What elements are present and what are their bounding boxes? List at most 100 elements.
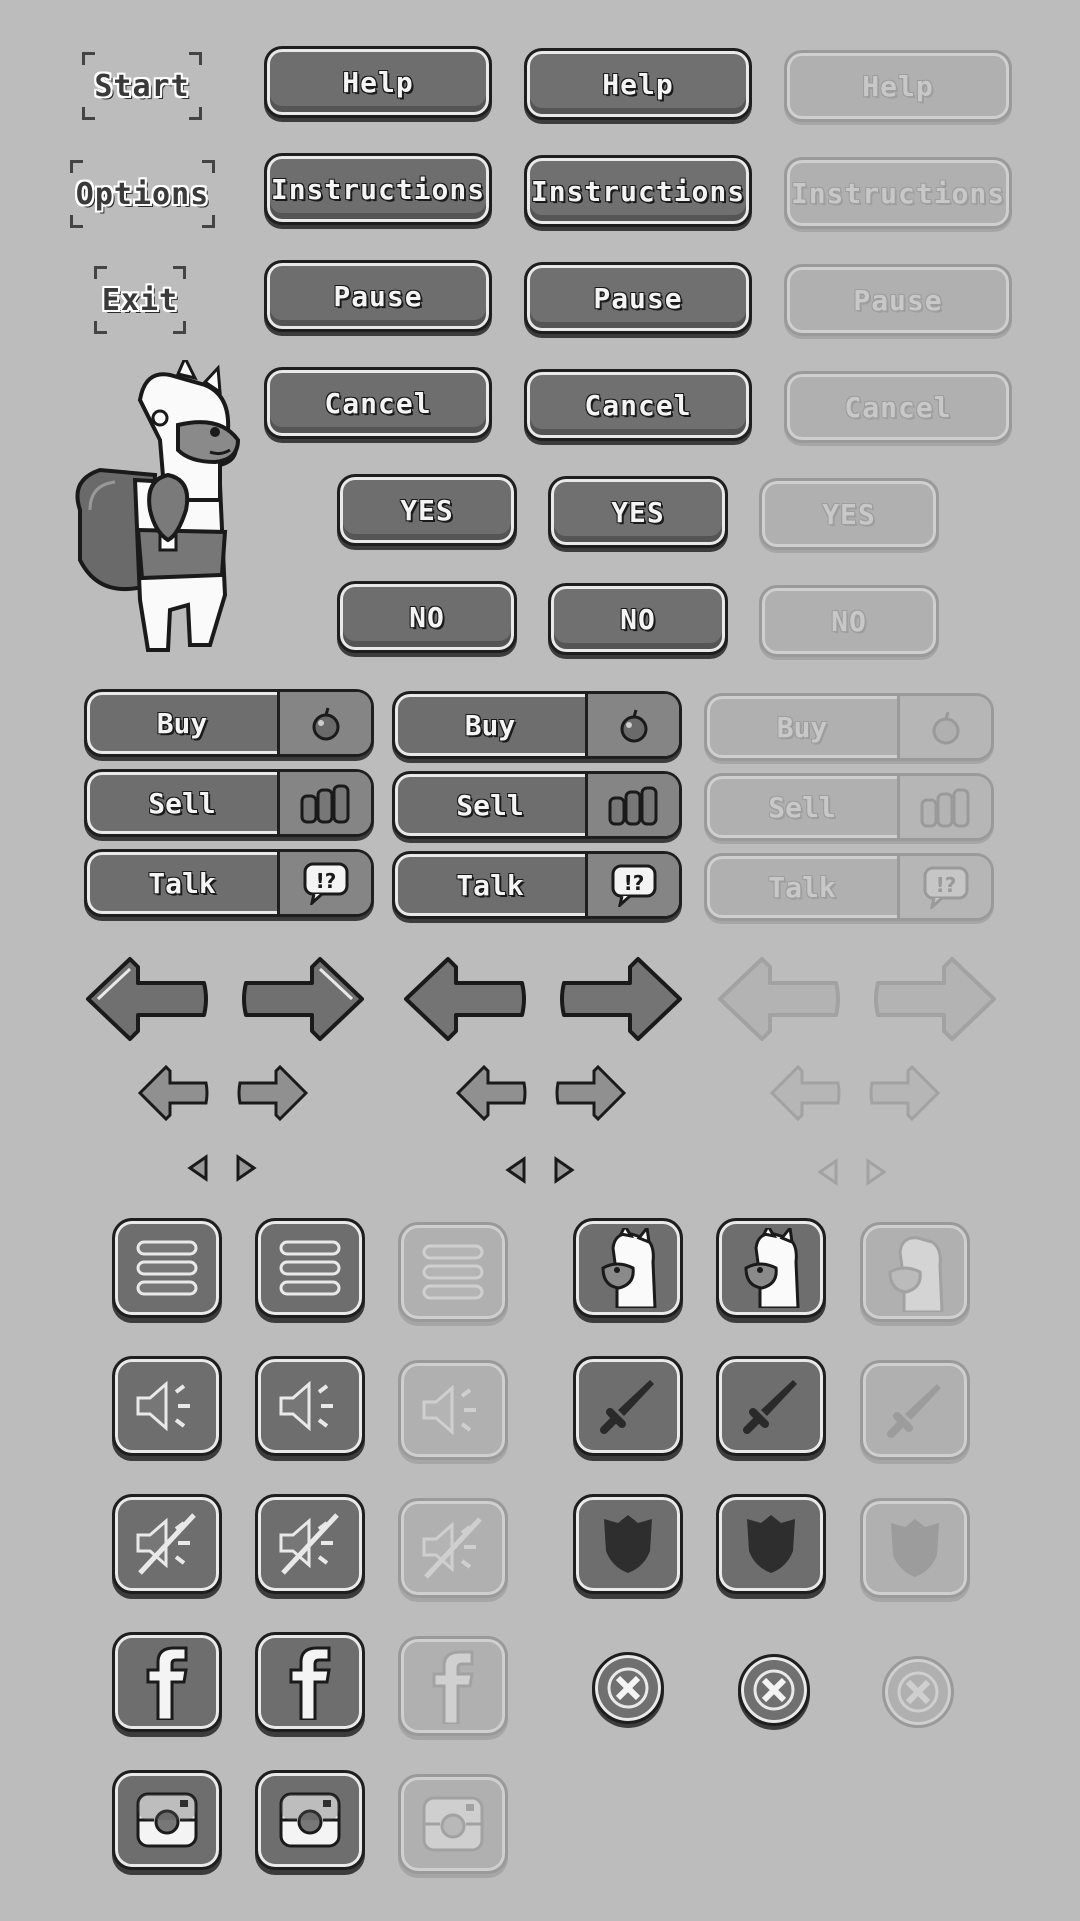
- arrow-left-icon[interactable]: [186, 1154, 210, 1182]
- yes-label: YES: [822, 497, 876, 531]
- arrow-right-icon[interactable]: [234, 1063, 310, 1123]
- buy-button-disabled: Buy: [704, 693, 994, 761]
- svg-text:!?: !?: [315, 869, 336, 893]
- close-button[interactable]: [592, 1652, 664, 1724]
- sword-icon: [887, 1384, 941, 1438]
- hamburger-menu-icon: [422, 1244, 484, 1300]
- sell-button[interactable]: Sell: [84, 769, 374, 837]
- instagram-icon: [136, 1792, 198, 1848]
- arrow-left-icon[interactable]: [402, 955, 530, 1043]
- facebook-icon: [146, 1646, 188, 1720]
- sell-button-pressed[interactable]: Sell: [392, 771, 682, 839]
- facebook-icon: [432, 1650, 474, 1724]
- options-menu-item[interactable]: Options: [70, 160, 215, 228]
- yes-button[interactable]: YES: [337, 474, 517, 546]
- start-menu-item[interactable]: Start: [82, 52, 202, 120]
- speech-bubble-icon: !?: [303, 862, 348, 905]
- talk-button-pressed[interactable]: Talk !?: [392, 851, 682, 919]
- alpaca-portrait-icon: [744, 1228, 800, 1308]
- talk-label: Talk: [87, 852, 280, 914]
- svg-text:!?: !?: [935, 873, 956, 897]
- help-button-pressed[interactable]: Help: [524, 48, 752, 120]
- arrow-right-icon[interactable]: [552, 1156, 576, 1184]
- character-button-disabled: [860, 1222, 970, 1322]
- attack-button-disabled: [860, 1360, 970, 1460]
- speaker-on-icon: [136, 1380, 190, 1432]
- cancel-button-pressed[interactable]: Cancel: [524, 369, 752, 441]
- shield-icon: [747, 1515, 795, 1573]
- defend-button-pressed[interactable]: [716, 1494, 826, 1594]
- cancel-button-disabled: Cancel: [784, 371, 1012, 443]
- close-button-pressed[interactable]: [738, 1654, 810, 1726]
- instructions-button[interactable]: Instructions: [264, 153, 492, 225]
- character-button-pressed[interactable]: [716, 1218, 826, 1318]
- coins-icon: [608, 786, 657, 826]
- instagram-button[interactable]: [112, 1770, 222, 1870]
- talk-button-disabled: Talk !?: [704, 853, 994, 921]
- attack-button-pressed[interactable]: [716, 1356, 826, 1456]
- help-label: Help: [862, 69, 934, 103]
- arrow-right-icon[interactable]: [238, 955, 366, 1043]
- buy-label: Buy: [87, 692, 280, 754]
- attack-button[interactable]: [573, 1356, 683, 1456]
- arrow-right-icon[interactable]: [552, 1063, 628, 1123]
- facebook-button[interactable]: [112, 1632, 222, 1732]
- alpaca-portrait-icon: [601, 1228, 657, 1308]
- arrow-left-icon[interactable]: [136, 1063, 212, 1123]
- help-label: Help: [602, 67, 674, 101]
- arrow-left-icon: [718, 957, 840, 1041]
- cancel-button[interactable]: Cancel: [264, 367, 492, 439]
- facebook-button-pressed[interactable]: [255, 1632, 365, 1732]
- pause-button[interactable]: Pause: [264, 260, 492, 332]
- buy-button[interactable]: Buy: [84, 689, 374, 757]
- sword-icon: [600, 1380, 654, 1434]
- buy-button-pressed[interactable]: Buy: [392, 691, 682, 759]
- cancel-label: Cancel: [584, 388, 692, 422]
- exit-menu-item[interactable]: Exit: [94, 266, 186, 334]
- menu-button-disabled: [398, 1222, 508, 1322]
- apple-icon: [312, 707, 339, 741]
- hamburger-menu-icon: [279, 1240, 341, 1296]
- character-button[interactable]: [573, 1218, 683, 1318]
- instructions-label: Instructions: [790, 176, 1006, 210]
- instructions-button-pressed[interactable]: Instructions: [524, 155, 752, 227]
- arrow-left-icon[interactable]: [84, 955, 212, 1043]
- pause-label: Pause: [593, 281, 683, 315]
- instagram-icon: [422, 1796, 484, 1852]
- no-button[interactable]: NO: [337, 581, 517, 653]
- close-button-disabled: [882, 1656, 954, 1728]
- speaker-on-icon: [279, 1380, 333, 1432]
- options-label: Options: [75, 176, 210, 212]
- defend-button[interactable]: [573, 1494, 683, 1594]
- exit-label: Exit: [101, 282, 179, 318]
- yes-button-pressed[interactable]: YES: [548, 476, 728, 548]
- menu-button[interactable]: [112, 1218, 222, 1318]
- mute-button-pressed[interactable]: [255, 1494, 365, 1594]
- talk-label: Talk: [707, 856, 900, 918]
- arrow-right-icon[interactable]: [234, 1154, 258, 1182]
- coins-icon: [300, 784, 349, 824]
- pause-button-pressed[interactable]: Pause: [524, 262, 752, 334]
- sound-button[interactable]: [112, 1356, 222, 1456]
- menu-button-pressed[interactable]: [255, 1218, 365, 1318]
- alpaca-portrait-icon: [888, 1236, 944, 1312]
- talk-button[interactable]: Talk !?: [84, 849, 374, 917]
- apple-icon: [620, 709, 647, 743]
- no-button-disabled: NO: [759, 585, 939, 657]
- instagram-button-pressed[interactable]: [255, 1770, 365, 1870]
- arrow-left-icon[interactable]: [504, 1156, 528, 1184]
- coins-icon: [920, 788, 969, 828]
- speaker-on-icon: [422, 1384, 476, 1436]
- mute-button[interactable]: [112, 1494, 222, 1594]
- instagram-button-disabled: [398, 1774, 508, 1874]
- arrow-right-icon[interactable]: [556, 955, 684, 1043]
- help-button-disabled: Help: [784, 50, 1012, 122]
- sell-label: Sell: [707, 776, 900, 838]
- arrow-left-icon[interactable]: [454, 1063, 530, 1123]
- start-label: Start: [94, 68, 190, 104]
- speaker-muted-icon: [279, 1513, 339, 1575]
- sound-button-pressed[interactable]: [255, 1356, 365, 1456]
- close-x-icon: [753, 1669, 795, 1711]
- help-button[interactable]: Help: [264, 46, 492, 118]
- no-button-pressed[interactable]: NO: [548, 583, 728, 655]
